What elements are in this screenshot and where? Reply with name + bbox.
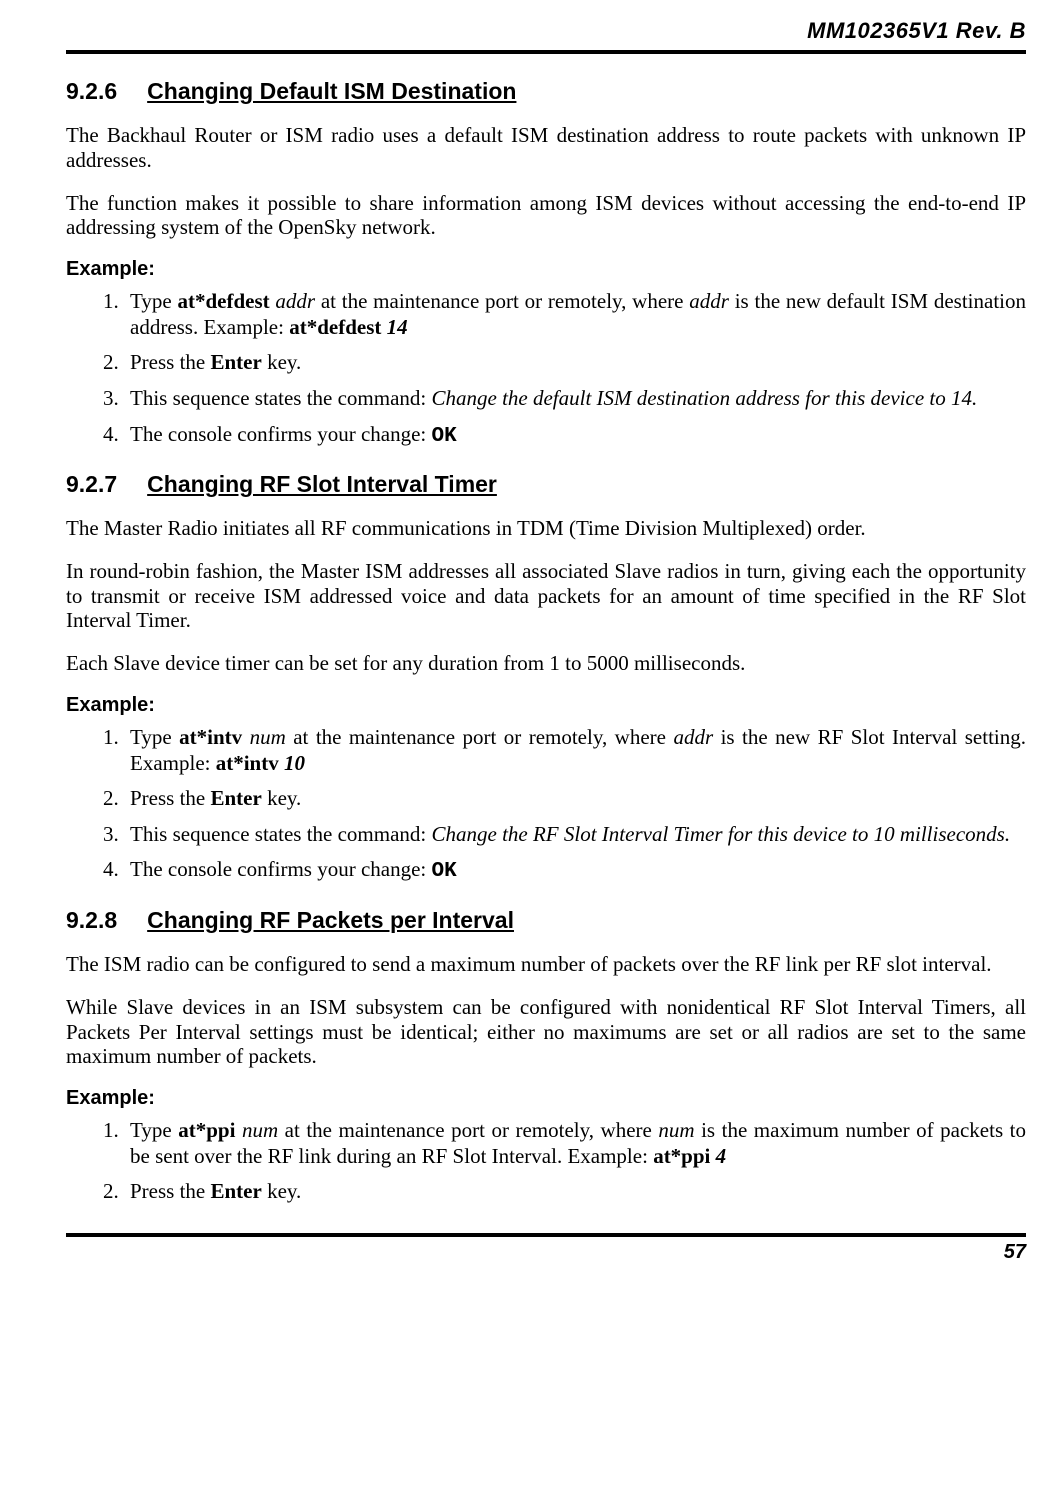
- step-text: Type: [130, 1118, 178, 1142]
- section-number: 9.2.7: [66, 471, 117, 498]
- step-text: Type: [130, 725, 179, 749]
- section-title: Changing RF Slot Interval Timer: [147, 471, 497, 498]
- step-item: Press the Enter key.: [124, 786, 1026, 812]
- body-paragraph: The Backhaul Router or ISM radio uses a …: [66, 123, 1026, 173]
- command-arg: num: [250, 725, 286, 749]
- step-item: Press the Enter key.: [124, 1179, 1026, 1205]
- example-arg: 4: [716, 1144, 727, 1168]
- command-arg: addr: [689, 289, 729, 313]
- body-paragraph: The Master Radio initiates all RF commun…: [66, 516, 1026, 541]
- step-text: key.: [262, 786, 301, 810]
- body-paragraph: The ISM radio can be configured to send …: [66, 952, 1026, 977]
- step-item: Type at*defdest addr at the maintenance …: [124, 289, 1026, 340]
- console-output: OK: [432, 425, 457, 448]
- body-paragraph: The function makes it possible to share …: [66, 191, 1026, 241]
- step-text: Press the: [130, 350, 211, 374]
- step-item: This sequence states the command: Change…: [124, 822, 1026, 848]
- example-command: at*ppi: [653, 1144, 710, 1168]
- example-command: at*defdest: [289, 315, 381, 339]
- command-description: Change the default ISM destination addre…: [432, 386, 978, 410]
- step-item: Type at*ppi num at the maintenance port …: [124, 1118, 1026, 1169]
- section-title: Changing Default ISM Destination: [147, 78, 516, 105]
- section-title: Changing RF Packets per Interval: [147, 907, 514, 934]
- step-item: This sequence states the command: Change…: [124, 386, 1026, 412]
- command-description: Change the RF Slot Interval Timer for th…: [432, 822, 1011, 846]
- section-heading: 9.2.7 Changing RF Slot Interval Timer: [66, 471, 1026, 498]
- command-arg: addr: [275, 289, 315, 313]
- header-rule: [66, 50, 1026, 54]
- example-arg: 10: [284, 751, 305, 775]
- document-page: MM102365V1 Rev. B 9.2.6 Changing Default…: [0, 0, 1056, 1487]
- example-command: at*intv: [216, 751, 279, 775]
- key-name: Enter: [211, 786, 262, 810]
- example-label: Example:: [66, 258, 1026, 281]
- step-text: The console confirms your change:: [130, 422, 432, 446]
- step-text: key.: [262, 1179, 301, 1203]
- step-item: The console confirms your change: OK: [124, 857, 1026, 885]
- example-steps: Type at*defdest addr at the maintenance …: [66, 289, 1026, 449]
- page-header: MM102365V1 Rev. B: [66, 18, 1026, 44]
- step-text: Press the: [130, 1179, 211, 1203]
- section-number: 9.2.8: [66, 907, 117, 934]
- command-name: at*intv: [179, 725, 242, 749]
- key-name: Enter: [211, 350, 262, 374]
- body-paragraph: While Slave devices in an ISM subsystem …: [66, 995, 1026, 1069]
- command-name: at*defdest: [177, 289, 269, 313]
- key-name: Enter: [211, 1179, 262, 1203]
- step-item: Type at*intv num at the maintenance port…: [124, 725, 1026, 776]
- step-text: Press the: [130, 786, 211, 810]
- command-arg: addr: [673, 725, 713, 749]
- body-paragraph: In round-robin fashion, the Master ISM a…: [66, 559, 1026, 633]
- step-text: The console confirms your change:: [130, 857, 432, 881]
- command-arg: num: [658, 1118, 694, 1142]
- command-arg: num: [242, 1118, 278, 1142]
- step-text: key.: [262, 350, 301, 374]
- example-arg: 14: [387, 315, 408, 339]
- step-text: at the maintenance port or remotely, whe…: [286, 725, 674, 749]
- footer-rule: [66, 1233, 1026, 1237]
- step-text: at the maintenance port or remotely, whe…: [315, 289, 689, 313]
- body-paragraph: Each Slave device timer can be set for a…: [66, 651, 1026, 676]
- step-text: at the maintenance port or remotely, whe…: [278, 1118, 658, 1142]
- step-text: This sequence states the command:: [130, 822, 432, 846]
- section-heading: 9.2.8 Changing RF Packets per Interval: [66, 907, 1026, 934]
- page-number: 57: [66, 1241, 1026, 1264]
- section-heading: 9.2.6 Changing Default ISM Destination: [66, 78, 1026, 105]
- step-text: This sequence states the command:: [130, 386, 432, 410]
- step-item: The console confirms your change: OK: [124, 422, 1026, 450]
- example-label: Example:: [66, 694, 1026, 717]
- section-number: 9.2.6: [66, 78, 117, 105]
- step-text: Type: [130, 289, 177, 313]
- example-steps: Type at*ppi num at the maintenance port …: [66, 1118, 1026, 1205]
- example-steps: Type at*intv num at the maintenance port…: [66, 725, 1026, 885]
- console-output: OK: [432, 860, 457, 883]
- example-label: Example:: [66, 1087, 1026, 1110]
- step-item: Press the Enter key.: [124, 350, 1026, 376]
- command-name: at*ppi: [178, 1118, 235, 1142]
